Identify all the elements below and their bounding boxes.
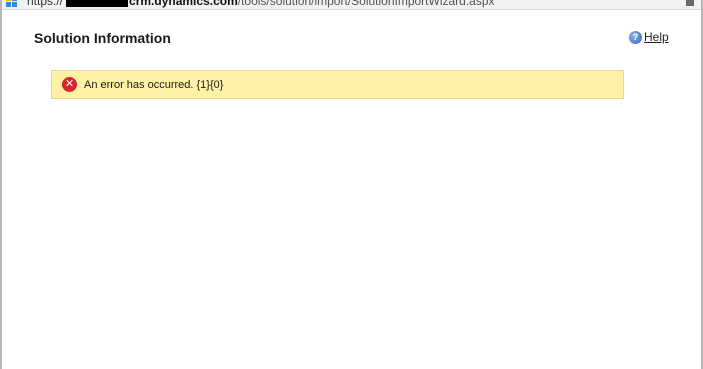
window-border-left — [0, 0, 2, 369]
window-control-icon[interactable] — [686, 0, 694, 6]
url-path: /tools/solution/import/SolutionImportWiz… — [237, 0, 495, 8]
redacted-org-name — [66, 0, 129, 7]
help-link[interactable]: ? Help — [629, 30, 669, 44]
error-x-icon: ✕ — [62, 77, 77, 92]
site-favicon-icon — [6, 0, 17, 7]
error-banner: ✕ An error has occurred. {1}{0} — [51, 70, 624, 99]
help-label[interactable]: Help — [644, 30, 669, 44]
url-text: https:// crm.dynamics.com/tools/solution/… — [27, 0, 495, 8]
url-host: crm.dynamics.com — [129, 0, 238, 8]
browser-address-bar: https:// crm.dynamics.com/tools/solution/… — [0, 0, 703, 10]
help-question-icon[interactable]: ? — [629, 30, 642, 44]
error-message: An error has occurred. {1}{0} — [84, 78, 224, 91]
page-title: Solution Information — [34, 30, 171, 46]
url-prefix: https:// — [27, 0, 64, 8]
